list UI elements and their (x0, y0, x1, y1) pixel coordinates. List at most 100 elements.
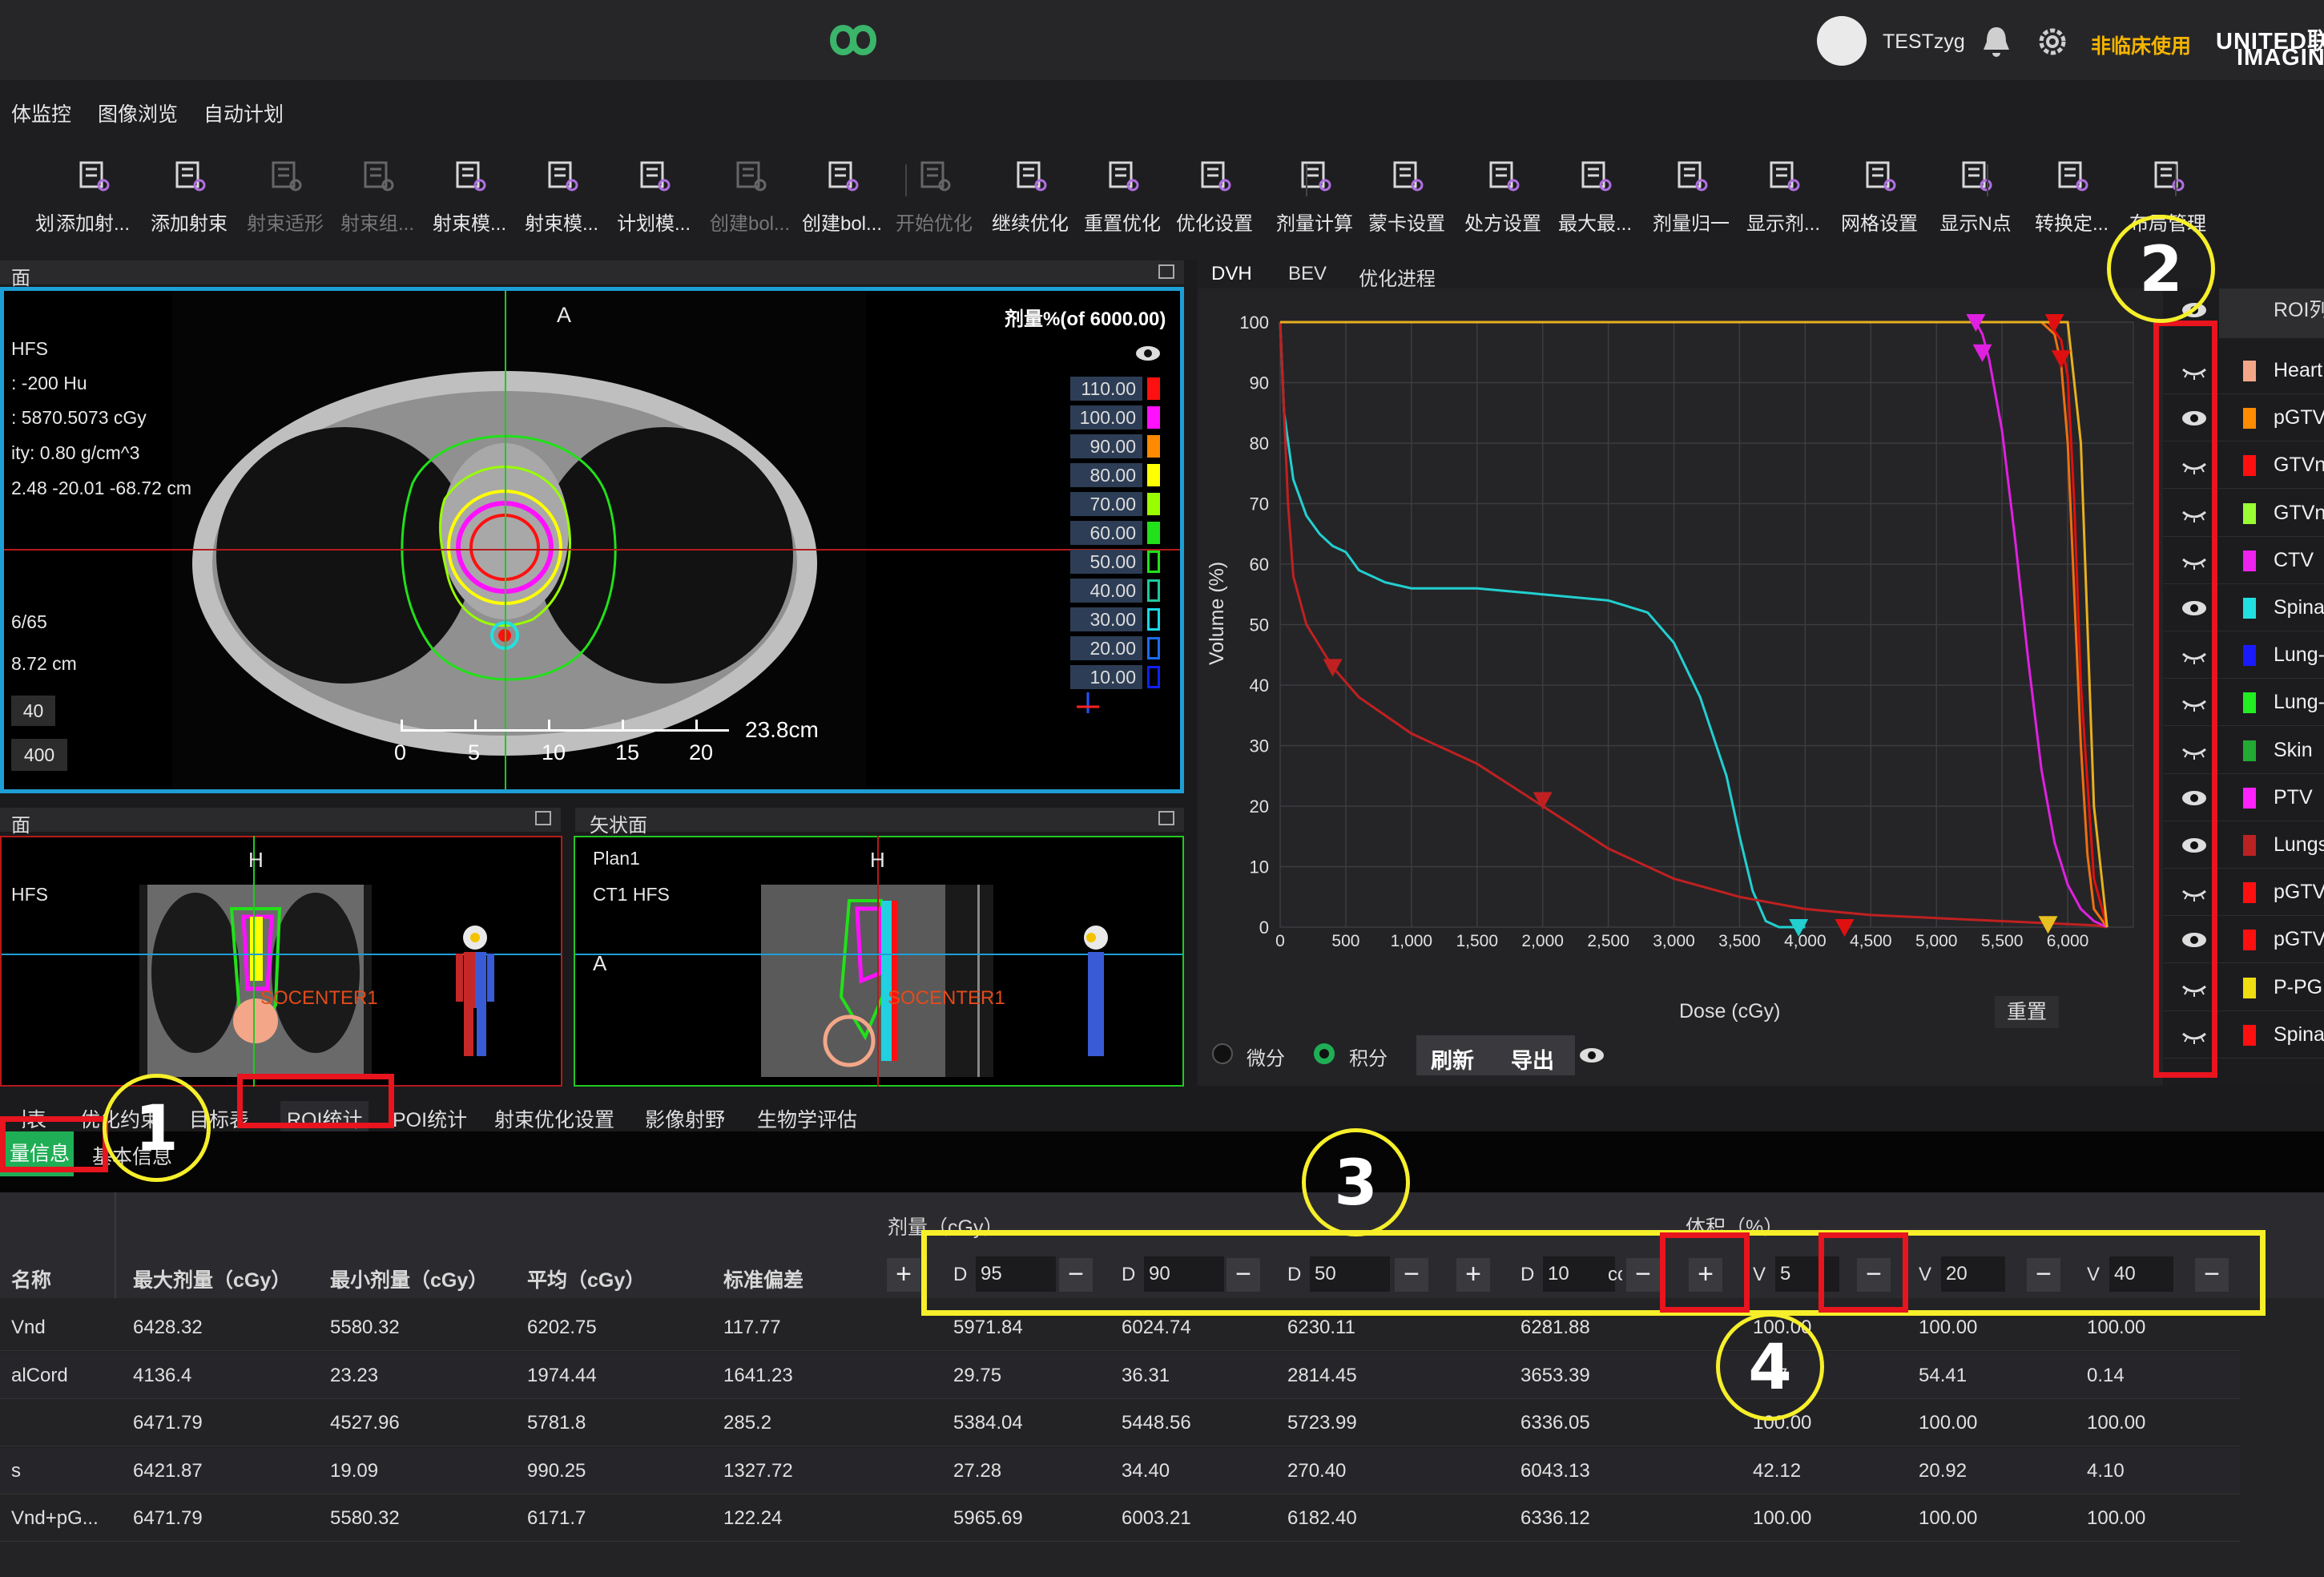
coronal-crosshair-vertical[interactable] (253, 836, 255, 1087)
toolbar-icon-6 (548, 161, 578, 192)
dvh-chart[interactable]: 0 10 20 30 40 50 60 70 80 90 100 0 500 1,000 1,500 2,00… (1218, 296, 2163, 1018)
maximize-icon[interactable] (1158, 264, 1174, 279)
dose-legend-level-0: 110.00 (1070, 377, 1142, 401)
dvh-y-tick-8: 80 (1250, 434, 1269, 454)
toolbar-button-4[interactable]: 射束组... (332, 156, 422, 252)
toolbar-button-10[interactable]: 开始优化 (889, 156, 979, 252)
bottom-tab-4[interactable]: POI统计 (393, 1104, 467, 1133)
dvh-reset-button[interactable]: 重置 (1995, 996, 2059, 1028)
coronal-ct-image[interactable] (139, 885, 372, 1077)
toolbar-button-17[interactable]: 最大最... (1550, 156, 1640, 252)
toolbar-icon-14 (1301, 161, 1331, 192)
dvh-export-button[interactable]: 导出 (1511, 1043, 1554, 1075)
avatar[interactable] (1817, 16, 1867, 66)
axial-ct-image[interactable] (172, 291, 866, 789)
table-cell: 100.00 (1919, 1412, 1978, 1434)
radio-differential[interactable] (1212, 1043, 1233, 1064)
maximize-icon[interactable] (535, 811, 551, 825)
toolbar-button-18[interactable]: 剂量归一 (1646, 156, 1736, 252)
toolbar-button-22[interactable]: 转换定... (2027, 156, 2117, 252)
bottom-tab-7[interactable]: 生物学评估 (757, 1104, 857, 1133)
toolbar-button-9[interactable]: 创建bol... (797, 156, 887, 252)
toolbar-button-15[interactable]: 蒙卡设置 (1362, 156, 1452, 252)
user-name[interactable]: TESTzyg (1883, 30, 1965, 54)
tab-bev[interactable]: BEV (1288, 263, 1327, 285)
menu-item-monitor[interactable]: 体监控 (11, 99, 71, 127)
roi-list-title: ROI列 (2274, 299, 2324, 321)
menu-item-image-browse[interactable]: 图像浏览 (98, 99, 178, 127)
table-row[interactable]: s 6421.87 19.09 990.25 1327.72 27.28 34.40 270.… (0, 1447, 2240, 1494)
eye-icon[interactable] (1134, 343, 1162, 364)
toolbar-button-16[interactable]: 处方设置 (1458, 156, 1548, 252)
table-cell: 117.77 (723, 1317, 781, 1338)
toolbar-button-19[interactable]: 显示剂... (1738, 156, 1828, 252)
toolbar-label-14: 剂量计算 (1276, 213, 1353, 235)
sagittal-patient-pos: CT1 HFS (593, 884, 670, 905)
sub-tab-bar (0, 1131, 2324, 1192)
scale-tick-label-2: 10 (542, 740, 566, 764)
roi-name: CTV (2274, 548, 2314, 571)
table-cell: Vnd+pG... (11, 1507, 99, 1530)
dose-legend-swatch-6 (1147, 551, 1160, 573)
toolbar-button-13[interactable]: 优化设置 (1170, 156, 1259, 252)
toolbar-label-17: 最大最... (1557, 213, 1632, 235)
eye-icon[interactable] (1578, 1046, 1605, 1065)
coronal-orient-top: H (248, 848, 264, 872)
table-row[interactable]: alCord 4136.4 23.23 1974.44 1641.23 29.75 36.3… (0, 1352, 2240, 1399)
table-row[interactable]: Vnd+pG... 6471.79 5580.32 6171.7 122.24 5965.… (0, 1495, 2240, 1543)
crosshair-horizontal[interactable] (4, 549, 1180, 551)
toolbar-button-5[interactable]: 射束模... (425, 156, 514, 252)
table-cell: 6421.87 (133, 1459, 203, 1482)
toolbar-label-11: 继续优化 (992, 213, 1069, 235)
roi-name: P-PG (2274, 975, 2323, 998)
tab-dvh[interactable]: DVH (1211, 263, 1252, 285)
toolbar-icon-11 (1017, 161, 1047, 192)
roi-name: Lungs (2274, 833, 2324, 856)
radio-cumulative[interactable] (1314, 1043, 1335, 1064)
roi-color-swatch (2243, 930, 2256, 951)
gear-icon[interactable] (2035, 24, 2070, 59)
table-cell: 23.23 (330, 1364, 379, 1386)
dvh-x-tick-11: 5,500 (1981, 932, 2024, 950)
dvh-x-tick-5: 2,500 (1587, 932, 1629, 950)
sagittal-crosshair-vertical[interactable] (877, 836, 879, 1087)
bottom-tab-6[interactable]: 影像射野 (645, 1104, 725, 1133)
roi-name: Heart (2274, 359, 2323, 381)
table-cell: 20.92 (1919, 1459, 1968, 1482)
table-row[interactable]: 6471.79 4527.96 5781.8 285.2 5384.04 5448.56 5… (0, 1400, 2240, 1447)
crosshair-vertical[interactable] (505, 291, 506, 789)
window-level-input[interactable]: 40 (11, 696, 55, 726)
toolbar-button-14[interactable]: 剂量计算 (1270, 156, 1359, 252)
coronal-isocenter-label: SOCENTER1 (260, 987, 378, 1009)
scale-tick (622, 720, 624, 731)
dose-legend-swatch-10 (1147, 666, 1160, 688)
dose-legend-swatch-2 (1147, 435, 1160, 458)
toolbar-separator (1987, 164, 1988, 196)
table-cell: 990.25 (527, 1459, 586, 1482)
roi-color-swatch (2243, 502, 2256, 524)
bottom-tab-5[interactable]: 射束优化设置 (494, 1104, 614, 1133)
toolbar-button-6[interactable]: 射束模... (517, 156, 606, 252)
toolbar-button-2[interactable]: 添加射束 (144, 156, 234, 252)
dvh-refresh-button[interactable]: 刷新 (1431, 1043, 1474, 1075)
toolbar-button-20[interactable]: 网格设置 (1835, 156, 1924, 252)
tab-opt-progress[interactable]: 优化进程 (1359, 263, 1436, 291)
toolbar-button-3[interactable]: 射束适形 (240, 156, 330, 252)
bell-icon[interactable] (1980, 24, 2012, 59)
dose-legend-level-7: 40.00 (1070, 579, 1142, 603)
add-dose-column-button[interactable]: + (887, 1258, 920, 1292)
toolbar-button-12[interactable]: 重置优化 (1077, 156, 1167, 252)
sagittal-view-title: 矢状面 (590, 815, 647, 837)
toolbar-button-1[interactable]: 添加射... (48, 156, 138, 252)
toolbar-button-11[interactable]: 继续优化 (985, 156, 1075, 252)
menu-item-auto-plan[interactable]: 自动计划 (203, 99, 284, 127)
toolbar-icon-19 (1770, 161, 1800, 192)
col-mean-header: 平均（cGy） (527, 1269, 646, 1292)
toolbar-button-8[interactable]: 创建bol... (705, 156, 795, 252)
window-width-input[interactable]: 400 (11, 739, 67, 771)
maximize-icon[interactable] (1158, 811, 1174, 825)
dvh-x-tick-12: 6,000 (2047, 932, 2089, 950)
table-cell: 6043.13 (1520, 1459, 1590, 1482)
toolbar-button-7[interactable]: 计划模... (609, 156, 699, 252)
toolbar-button-21[interactable]: 显示N点 (1931, 156, 2020, 252)
